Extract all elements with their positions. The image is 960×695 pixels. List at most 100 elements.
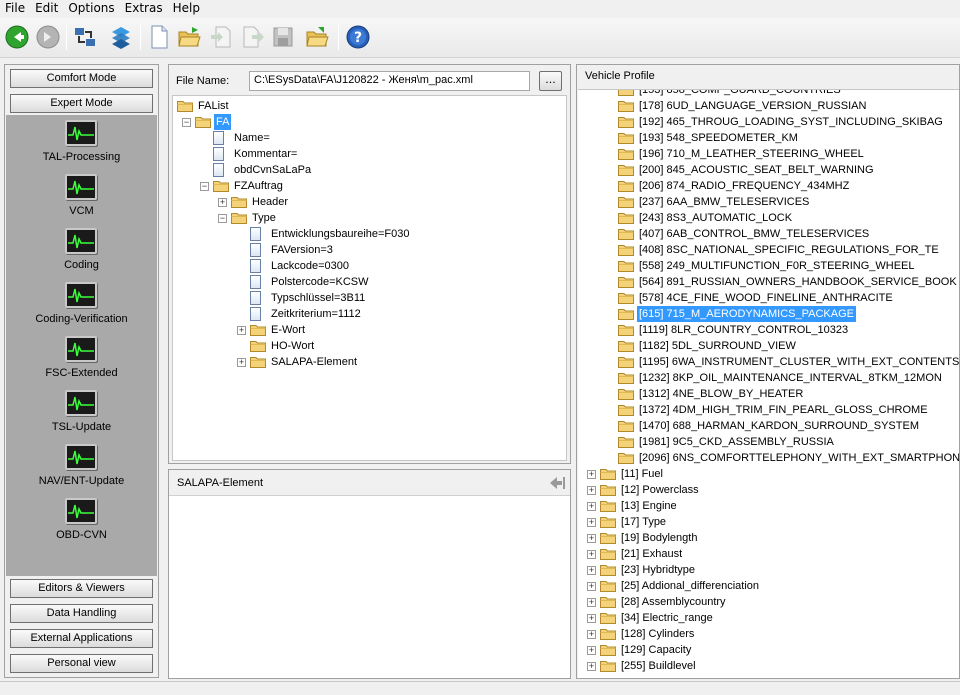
folder-icon <box>250 324 266 336</box>
back-arrow-icon[interactable] <box>2 22 32 52</box>
new-file-icon[interactable] <box>144 22 174 52</box>
expand-icon[interactable]: + <box>587 582 596 591</box>
monitor-icon <box>65 444 97 470</box>
data-handling-button[interactable]: Data Handling <box>10 604 153 623</box>
expand-icon[interactable]: + <box>587 486 596 495</box>
expand-icon[interactable]: + <box>587 470 596 479</box>
menu-edit[interactable]: Edit <box>30 0 63 17</box>
node-label: [200] 845_ACOUSTIC_SEAT_BELT_WARNING <box>639 164 874 176</box>
node-label: obdCvnSaLaPa <box>234 164 312 176</box>
save-as-folder-icon[interactable] <box>302 22 332 52</box>
node-label: Lackcode=0300 <box>271 260 349 272</box>
vehicle-profile-tree[interactable]: [153] 858_COMP_GUARD_COUNTRIES [178] 6UD_… <box>578 89 959 678</box>
node-label: [19] Bodylength <box>621 532 698 544</box>
expand-icon[interactable]: + <box>587 566 596 575</box>
folder-icon <box>618 116 634 128</box>
node-label: [237] 6AA_BMW_TELESERVICES <box>639 196 810 208</box>
collapse-icon[interactable]: − <box>218 214 227 223</box>
fa-tree[interactable]: FAList − FA Name= Kommentar= obdCvnSaLaPa − FZA… <box>172 95 567 461</box>
tool-obd-cvn[interactable]: OBD-CVN <box>6 495 157 549</box>
personal-view-button[interactable]: Personal view <box>10 654 153 673</box>
folder-icon <box>618 276 634 288</box>
tool-nav-ent-update[interactable]: NAV/ENT-Update <box>6 441 157 495</box>
node-label: [615] 715_M_AERODYNAMICS_PACKAGE <box>637 306 856 322</box>
browse-button[interactable]: ... <box>539 71 562 91</box>
toolbar: ? <box>0 18 960 58</box>
folder-icon <box>618 164 634 176</box>
expand-icon[interactable]: + <box>218 198 227 207</box>
menu-options[interactable]: Options <box>63 0 119 17</box>
folder-icon <box>618 340 634 352</box>
collapse-icon[interactable]: − <box>200 182 209 191</box>
expert-mode-button[interactable]: Expert Mode <box>10 94 153 113</box>
external-applications-button[interactable]: External Applications <box>10 629 153 648</box>
menu-help[interactable]: Help <box>168 0 205 17</box>
mode-navigation: Comfort Mode Expert Mode TAL-Processing … <box>4 64 159 678</box>
node-label: Entwicklungsbaureihe=F030 <box>271 228 410 240</box>
folder-icon <box>618 196 634 208</box>
tool-label: TAL-Processing <box>42 151 121 163</box>
file-name-field[interactable]: C:\ESysData\FA\J120822 - Женя\m_рас.xml <box>249 71 530 91</box>
document-icon <box>250 259 261 273</box>
tool-coding-verification[interactable]: Coding-Verification <box>6 279 157 333</box>
monitor-icon <box>65 390 97 416</box>
dock-arrow-icon[interactable] <box>548 475 566 494</box>
folder-icon <box>600 628 616 640</box>
tool-coding[interactable]: Coding <box>6 225 157 279</box>
tool-tal-processing[interactable]: TAL-Processing <box>6 117 157 171</box>
node-label: [1232] 8KP_OIL_MAINTENANCE_INTERVAL_8TKM… <box>639 372 942 384</box>
document-icon <box>213 147 224 161</box>
esys-window: File Edit Options Extras Help ? Comfort … <box>0 0 960 695</box>
open-folder-icon[interactable] <box>174 22 204 52</box>
folder-icon <box>195 116 211 128</box>
folder-icon <box>250 340 266 352</box>
collapse-icon[interactable]: − <box>182 118 191 127</box>
export-icon <box>238 22 268 52</box>
help-icon[interactable]: ? <box>343 22 373 52</box>
expand-icon[interactable]: + <box>237 358 246 367</box>
monitor-icon <box>65 498 97 524</box>
expand-icon[interactable]: + <box>587 534 596 543</box>
tool-vcm[interactable]: VCM <box>6 171 157 225</box>
node-label: [564] 891_RUSSIAN_OWNERS_HANDBOOK_SERVIC… <box>639 276 957 288</box>
node-label: [178] 6UD_LANGUAGE_VERSION_RUSSIAN <box>639 100 867 112</box>
forward-arrow-icon[interactable] <box>33 22 63 52</box>
node-label: [193] 548_SPEEDOMETER_KM <box>639 132 798 144</box>
expand-icon[interactable]: + <box>587 662 596 671</box>
node-label: [1119] 8LR_COUNTRY_CONTROL_10323 <box>639 324 849 336</box>
menu-file[interactable]: File <box>0 0 30 17</box>
menu-extras[interactable]: Extras <box>120 0 168 17</box>
expand-icon[interactable]: + <box>587 646 596 655</box>
expand-icon[interactable]: + <box>587 598 596 607</box>
node-label: [192] 465_THROUG_LOADING_SYST_INCLUDING_… <box>639 116 943 128</box>
folder-icon <box>618 260 634 272</box>
expand-all-icon[interactable] <box>106 22 136 52</box>
folder-icon <box>600 564 616 576</box>
connect-icon[interactable] <box>70 22 100 52</box>
expand-icon[interactable]: + <box>587 518 596 527</box>
node-label: HO-Wort <box>271 340 315 352</box>
folder-icon <box>618 452 634 464</box>
salapa-header: SALAPA-Element <box>169 470 570 496</box>
tool-label: TSL-Update <box>51 421 112 433</box>
expand-icon[interactable]: + <box>587 550 596 559</box>
expand-icon[interactable]: + <box>587 614 596 623</box>
expand-icon[interactable]: + <box>237 326 246 335</box>
node-label: [255] Buildlevel <box>621 660 696 672</box>
vehicle-profile-panel: Vehicle Profile [153] 858_COMP_GUARD_COU… <box>576 64 960 679</box>
node-label: [25] Addional_differenciation <box>621 580 760 592</box>
comfort-mode-button[interactable]: Comfort Mode <box>10 69 153 88</box>
file-name-label: File Name: <box>176 75 230 87</box>
tool-fsc-extended[interactable]: FSC-Extended <box>6 333 157 387</box>
editors-viewers-button[interactable]: Editors & Viewers <box>10 579 153 598</box>
expand-icon[interactable]: + <box>587 502 596 511</box>
folder-icon <box>618 292 634 304</box>
node-label: [2096] 6NS_COMFORTTELEPHONY_WITH_EXT_SMA… <box>639 452 959 464</box>
expand-icon[interactable]: + <box>587 630 596 639</box>
salapa-title: SALAPA-Element <box>177 477 264 489</box>
tool-tsl-update[interactable]: TSL-Update <box>6 387 157 441</box>
tool-label: OBD-CVN <box>56 529 107 541</box>
node-label: Type <box>252 212 276 224</box>
folder-icon <box>600 612 616 624</box>
save-icon <box>268 22 298 52</box>
